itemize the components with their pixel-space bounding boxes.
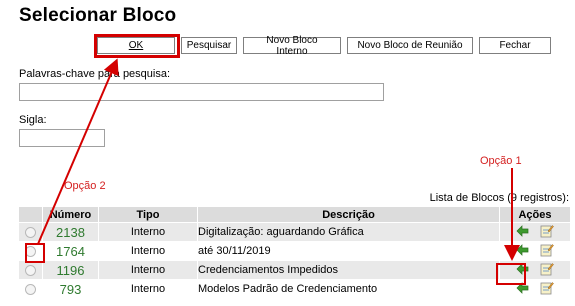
row-descricao: Digitalização: aguardando Gráfica <box>197 222 500 242</box>
row-tipo: Interno <box>98 260 198 280</box>
acoes-header: Ações <box>499 206 571 223</box>
row-tipo: Interno <box>98 241 198 261</box>
edit-note-icon[interactable] <box>540 224 554 241</box>
ok-button-label: OK <box>128 40 144 51</box>
row-tipo: Interno <box>98 222 198 242</box>
toolbar: OK Pesquisar Novo Bloco Interno Novo Blo… <box>97 35 551 57</box>
return-arrow-icon[interactable] <box>516 224 530 240</box>
table-row: 1196 Interno Credenciamentos Impedidos <box>18 260 571 280</box>
return-arrow-icon[interactable] <box>516 243 530 259</box>
keywords-input[interactable] <box>19 83 384 101</box>
list-caption: Lista de Blocos (9 registros): <box>429 192 569 204</box>
numero-header[interactable]: Número <box>42 206 99 223</box>
opcao1-annotation: Opção 1 <box>480 155 522 167</box>
row-numero[interactable]: 793 <box>42 279 99 299</box>
novo-bloco-interno-button[interactable]: Novo Bloco Interno <box>243 35 341 57</box>
row-descricao: Credenciamentos Impedidos <box>197 260 500 280</box>
row-radio[interactable] <box>25 264 36 276</box>
row-descricao: Modelos Padrão de Credenciamento <box>197 279 500 299</box>
row-numero[interactable]: 1196 <box>42 260 99 280</box>
ok-button[interactable]: OK <box>97 37 175 54</box>
descricao-header[interactable]: Descrição <box>197 206 500 223</box>
row-radio[interactable] <box>25 226 36 238</box>
row-radio[interactable] <box>25 283 36 295</box>
novo-bloco-reuniao-button[interactable]: Novo Bloco de Reunião <box>347 37 473 54</box>
row-radio[interactable] <box>25 245 36 257</box>
opcao2-annotation: Opção 2 <box>64 180 106 192</box>
table-row: 2138 Interno Digitalização: aguardando G… <box>18 222 571 242</box>
return-arrow-icon[interactable] <box>516 281 530 297</box>
fechar-button[interactable]: Fechar <box>479 37 551 54</box>
row-tipo: Interno <box>98 279 198 299</box>
row-numero[interactable]: 2138 <box>42 222 99 242</box>
keywords-label: Palavras-chave para pesquisa: <box>19 68 171 80</box>
tipo-header[interactable]: Tipo <box>98 206 198 223</box>
edit-note-icon[interactable] <box>540 281 554 298</box>
sigla-input[interactable] <box>19 129 105 147</box>
sigla-label: Sigla: <box>19 114 47 126</box>
row-descricao: até 30/11/2019 <box>197 241 500 261</box>
row-numero[interactable]: 1764 <box>42 241 99 261</box>
table-row: 793 Interno Modelos Padrão de Credenciam… <box>18 279 571 299</box>
pesquisar-button[interactable]: Pesquisar <box>181 37 237 54</box>
page-title: Selecionar Bloco <box>19 5 177 26</box>
select-column-header <box>18 206 43 223</box>
blocks-table: Número Tipo Descrição Ações 2138 Interno… <box>18 206 571 299</box>
edit-note-icon[interactable] <box>540 262 554 279</box>
edit-note-icon[interactable] <box>540 243 554 260</box>
table-row: 1764 Interno até 30/11/2019 <box>18 241 571 261</box>
return-arrow-icon[interactable] <box>516 262 530 278</box>
